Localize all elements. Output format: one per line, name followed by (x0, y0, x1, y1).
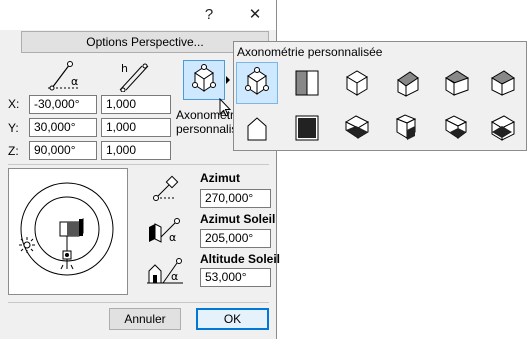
trimetric-right-icon[interactable] (482, 62, 524, 104)
cabinet-bottom-right-icon[interactable] (482, 106, 524, 148)
ok-button[interactable]: OK (196, 308, 269, 330)
military-bottom-icon[interactable] (436, 106, 478, 148)
title-bar (0, 0, 276, 30)
cabinet-bottom-front-icon[interactable] (386, 106, 428, 148)
custom-axonometry-icon (192, 64, 216, 92)
custom-axonometry-tile[interactable] (236, 62, 278, 104)
sun-altitude-icon: α (145, 253, 185, 290)
close-button[interactable]: ✕ (243, 4, 267, 26)
y-axis-label: Y: (8, 121, 19, 135)
angle-icon: α (44, 58, 88, 95)
projection-label-line2: personnalisée (176, 122, 233, 136)
cabinet-bottom-left-icon[interactable] (336, 106, 378, 148)
elevation-icon[interactable] (286, 62, 328, 104)
azimut-field[interactable]: 270,000° (200, 189, 271, 208)
popup-title: Axonométrie personnalisée (237, 45, 383, 59)
sun-marker-icon[interactable] (19, 237, 35, 256)
x-angle-field[interactable]: -30,000° (29, 95, 97, 114)
house-front-icon[interactable] (236, 106, 278, 148)
isometric-icon[interactable] (336, 62, 378, 104)
x-axis-label: X: (8, 97, 20, 111)
scale-icon: h (112, 58, 156, 95)
z-angle-field[interactable]: 90,000° (29, 141, 97, 160)
projection-type-button[interactable] (183, 60, 225, 100)
divider (8, 164, 269, 165)
svg-text:h: h (121, 62, 128, 75)
projection-label-line1: Axonométrie (176, 108, 233, 122)
trimetric-left-icon[interactable] (436, 62, 478, 104)
dropdown-arrow-icon (226, 76, 230, 84)
x-scale-field[interactable]: 1,000 (101, 95, 171, 114)
svg-text:α: α (171, 270, 178, 283)
svg-text:α: α (71, 75, 78, 88)
azimut-label: Azimut (200, 171, 240, 185)
sun-altitude-field[interactable]: 53,000° (200, 268, 271, 287)
divider (8, 302, 269, 303)
z-scale-field[interactable]: 1,000 (101, 141, 171, 160)
sun-position-preview[interactable] (8, 168, 128, 295)
cancel-button[interactable]: Annuler (109, 308, 181, 330)
sun-altitude-label: Altitude Soleil (200, 252, 281, 266)
perspective-options-button[interactable]: Options Perspective... (21, 31, 269, 53)
svg-text:α: α (169, 231, 176, 244)
plan-view-icon[interactable] (286, 106, 328, 148)
help-button[interactable]: ? (197, 4, 221, 26)
sun-azimut-label: Azimut Soleil (200, 212, 276, 226)
z-axis-label: Z: (8, 144, 19, 158)
y-angle-field[interactable]: 30,000° (29, 118, 97, 137)
y-scale-field[interactable]: 1,000 (101, 118, 171, 137)
view-azimuth-icon (148, 174, 182, 209)
sun-azimuth-icon: α (145, 215, 185, 250)
dimetric-icon[interactable] (386, 62, 428, 104)
sun-azimut-field[interactable]: 205,000° (200, 229, 271, 248)
